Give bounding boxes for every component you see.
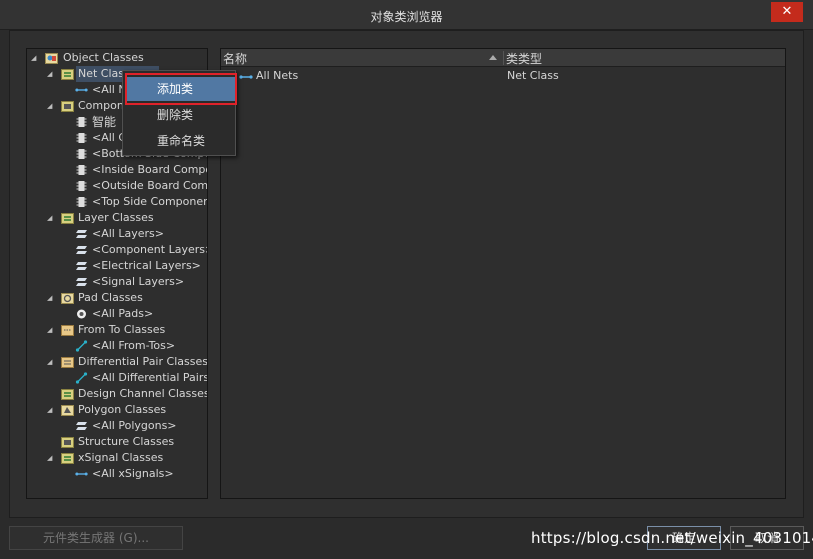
watermark: https://blog.csdn.net/weixin_40310143	[531, 529, 813, 547]
tree-label: <All Pads>	[92, 307, 154, 320]
tree-label: <Top Side Component	[92, 195, 208, 208]
context-menu: 添加类 删除类 重命名类	[122, 70, 237, 156]
tree-label: Pad Classes	[78, 291, 143, 304]
tree-label: From To Classes	[78, 323, 166, 336]
diff-pair-icon	[75, 372, 88, 384]
close-button[interactable]: ✕	[771, 2, 803, 22]
tree-label: <All From-Tos>	[92, 339, 176, 352]
structure-classes-icon	[61, 437, 74, 448]
xsignal-classes-icon	[61, 453, 74, 464]
polygon-classes-icon	[61, 405, 74, 416]
column-divider[interactable]	[503, 51, 504, 65]
component-icon	[76, 197, 87, 207]
component-icon	[76, 165, 87, 175]
component-icon	[76, 133, 87, 143]
collapse-icon[interactable]: ◢	[47, 66, 57, 82]
polygon-icon	[76, 422, 87, 430]
net-icon	[239, 75, 253, 79]
from-to-classes-icon	[61, 325, 74, 336]
highlight-box	[125, 73, 237, 105]
collapse-icon[interactable]: ◢	[31, 50, 41, 66]
tree-label: <All Differential Pairs>	[92, 371, 208, 384]
from-to-icon	[75, 340, 88, 352]
tree-label: <Component Layers>	[92, 243, 208, 256]
design-channel-classes-icon	[61, 389, 74, 400]
collapse-icon[interactable]: ◢	[47, 98, 57, 114]
net-classes-icon	[61, 69, 74, 80]
net-icon	[75, 88, 88, 92]
tree-label: xSignal Classes	[78, 451, 164, 464]
tree-label: Compon	[78, 99, 124, 112]
tree-label: <Outside Board Comp	[92, 179, 208, 192]
tree-label: Polygon Classes	[78, 403, 167, 416]
tree-label: <All xSignals>	[92, 467, 174, 480]
tree-label: Design Channel Classes	[78, 387, 208, 400]
xsignal-icon	[75, 472, 88, 476]
pad-icon	[77, 309, 86, 319]
tree-label: <Electrical Layers>	[92, 259, 201, 272]
component-icon	[76, 181, 87, 191]
collapse-icon[interactable]: ◢	[47, 450, 57, 466]
column-header-type[interactable]: 类类型	[506, 50, 542, 67]
layer-icon	[76, 262, 87, 270]
window-title: 对象类浏览器	[370, 10, 443, 24]
layer-icon	[76, 230, 87, 238]
menu-item-rename-class[interactable]: 重命名类	[123, 129, 235, 153]
column-header-name[interactable]: 名称	[223, 50, 247, 67]
collapse-icon[interactable]: ◢	[47, 354, 57, 370]
tree-label: Object Classes	[63, 51, 144, 64]
tree-label: Differential Pair Classes	[78, 355, 208, 368]
tree-label: <Inside Board Compo	[92, 163, 208, 176]
layer-classes-icon	[61, 213, 74, 224]
component-icon	[76, 149, 87, 159]
list-cell-type: Net Class	[507, 69, 559, 82]
tree-label: Structure Classes	[78, 435, 175, 448]
diff-pair-classes-icon	[61, 357, 74, 368]
menu-item-delete-class[interactable]: 删除类	[123, 103, 235, 127]
collapse-icon[interactable]: ◢	[47, 402, 57, 418]
tree-label: <All Layers>	[92, 227, 164, 240]
layer-icon	[76, 246, 87, 254]
collapse-icon[interactable]: ◢	[47, 290, 57, 306]
component-class-generator-button[interactable]: 元件类生成器 (G)...	[9, 526, 183, 550]
title-bar: 对象类浏览器 ✕	[0, 0, 813, 30]
class-list[interactable]: 名称 类类型 All Nets Net Class	[220, 48, 786, 499]
tree-label: <All Polygons>	[92, 419, 177, 432]
component-icon	[76, 117, 87, 127]
object-classes-icon	[45, 53, 58, 64]
collapse-icon[interactable]: ◢	[47, 210, 57, 226]
tree-label: 智能	[92, 115, 117, 129]
component-classes-icon	[61, 101, 74, 112]
list-cell-name: All Nets	[256, 69, 299, 82]
pad-classes-icon	[61, 293, 74, 304]
layer-icon	[76, 278, 87, 286]
tree-label: Layer Classes	[78, 211, 154, 224]
tree-label: <Signal Layers>	[92, 275, 185, 288]
tree-label: <All C	[92, 131, 127, 144]
list-header: 名称 类类型	[221, 49, 785, 67]
collapse-icon[interactable]: ◢	[47, 322, 57, 338]
sort-ascending-icon	[489, 55, 497, 60]
